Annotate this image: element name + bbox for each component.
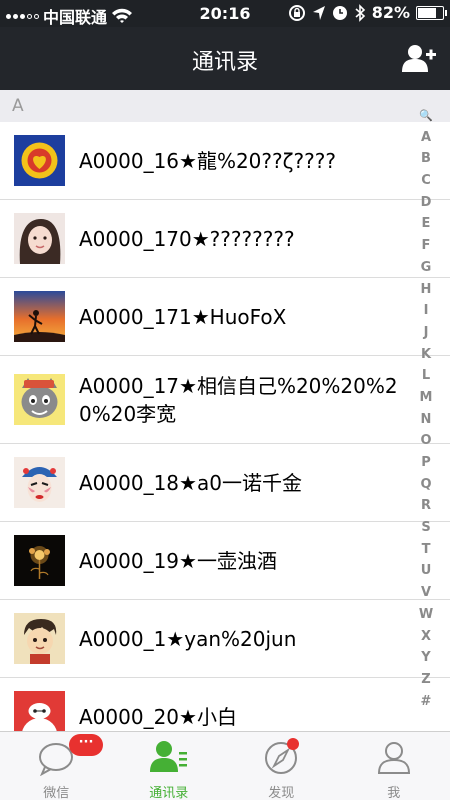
tab-bar: ··· 微信 通讯录 发现 我 bbox=[0, 731, 450, 800]
index-letter[interactable]: X bbox=[421, 626, 431, 648]
index-letter[interactable]: C bbox=[421, 170, 431, 192]
location-arrow-icon bbox=[312, 5, 326, 21]
contact-name: A0000_1★yan%20jun bbox=[79, 625, 402, 653]
opera-mask-avatar bbox=[14, 457, 65, 508]
alphabet-index[interactable]: 🔍ABCDEFGHIJKLMNOPQRSTUVWXYZ# bbox=[414, 105, 438, 712]
index-letter[interactable]: Z bbox=[421, 669, 430, 691]
contact-row[interactable]: A0000_171★HuoFoX bbox=[0, 278, 450, 356]
index-letter[interactable]: V bbox=[421, 582, 431, 604]
cartoon-wolf-avatar bbox=[14, 374, 65, 425]
tab-label: 我 bbox=[338, 782, 450, 801]
unread-badge: ··· bbox=[69, 734, 103, 756]
tab-me[interactable]: 我 bbox=[338, 732, 450, 800]
index-letter[interactable]: G bbox=[421, 257, 432, 279]
index-letter[interactable]: T bbox=[422, 539, 431, 561]
girl-photo-avatar bbox=[14, 213, 65, 264]
index-letter[interactable]: P bbox=[421, 452, 431, 474]
contact-row[interactable]: A0000_18★a0一诺千金 bbox=[0, 444, 450, 522]
tab-label: 微信 bbox=[0, 782, 113, 801]
index-letter[interactable]: U bbox=[421, 560, 432, 582]
add-contact-icon[interactable] bbox=[402, 43, 436, 73]
notification-dot bbox=[287, 738, 299, 750]
index-letter[interactable]: W bbox=[419, 604, 433, 626]
page-title: 通讯录 bbox=[0, 44, 450, 76]
contact-name: A0000_17★相信自己%20%20%20%20李宽 bbox=[79, 372, 402, 428]
index-letter[interactable]: I bbox=[424, 300, 429, 322]
index-letter[interactable]: R bbox=[421, 495, 431, 517]
tab-label: 发现 bbox=[225, 782, 338, 801]
navigation-bar: 通讯录 bbox=[0, 27, 450, 90]
index-letter[interactable]: N bbox=[421, 409, 432, 431]
index-letter[interactable]: M bbox=[420, 387, 433, 409]
index-letter[interactable]: H bbox=[421, 279, 432, 301]
index-letter[interactable]: Q bbox=[420, 474, 431, 496]
index-letter[interactable]: F bbox=[422, 235, 431, 257]
contact-name: A0000_171★HuoFoX bbox=[79, 303, 402, 331]
logo-avatar bbox=[14, 135, 65, 186]
tab-chats[interactable]: ··· 微信 bbox=[0, 732, 113, 800]
index-letter[interactable]: B bbox=[421, 148, 431, 170]
tab-label: 通讯录 bbox=[113, 782, 226, 801]
tab-discover[interactable]: 发现 bbox=[225, 732, 338, 800]
index-letter[interactable]: S bbox=[421, 517, 430, 539]
contact-list: A0000_16★龍%20??ζ???? A0000_170★???????? bbox=[0, 122, 450, 756]
index-letter[interactable]: D bbox=[421, 192, 432, 214]
index-letter[interactable]: O bbox=[420, 430, 431, 452]
index-search-icon[interactable]: 🔍 bbox=[419, 105, 433, 127]
contact-name: A0000_20★小白 bbox=[79, 703, 402, 731]
contact-row[interactable]: A0000_170★???????? bbox=[0, 200, 450, 278]
contact-name: A0000_19★一壶浊酒 bbox=[79, 547, 402, 575]
golden-flower-avatar bbox=[14, 535, 65, 586]
status-bar: 中国联通 20:16 82% bbox=[0, 0, 450, 27]
battery-icon bbox=[416, 6, 444, 20]
contact-row[interactable]: A0000_1★yan%20jun bbox=[0, 600, 450, 678]
index-letter[interactable]: E bbox=[422, 213, 431, 235]
battery-percent: 82% bbox=[372, 3, 410, 22]
index-letter[interactable]: Y bbox=[421, 647, 430, 669]
index-letter[interactable]: A bbox=[421, 127, 431, 149]
index-letter[interactable]: J bbox=[424, 322, 429, 344]
contacts-icon bbox=[149, 738, 189, 776]
contact-name: A0000_16★龍%20??ζ???? bbox=[79, 147, 402, 175]
person-icon bbox=[374, 738, 414, 776]
cartoon-boy-avatar bbox=[14, 613, 65, 664]
status-icons: 82% bbox=[288, 3, 444, 22]
tab-contacts[interactable]: 通讯录 bbox=[113, 732, 226, 800]
contact-name: A0000_18★a0一诺千金 bbox=[79, 469, 402, 497]
battery-fill bbox=[418, 8, 436, 18]
rotation-lock-icon bbox=[288, 4, 306, 22]
index-letter[interactable]: K bbox=[421, 344, 431, 366]
index-letter[interactable]: # bbox=[421, 691, 432, 713]
alarm-icon bbox=[332, 5, 348, 21]
contact-row[interactable]: A0000_17★相信自己%20%20%20%20李宽 bbox=[0, 356, 450, 444]
index-letter[interactable]: L bbox=[422, 365, 430, 387]
bluetooth-icon bbox=[354, 4, 366, 22]
contact-name: A0000_170★???????? bbox=[79, 225, 402, 253]
sunset-silhouette-avatar bbox=[14, 291, 65, 342]
section-header-a: A bbox=[0, 90, 450, 122]
contact-row[interactable]: A0000_19★一壶浊酒 bbox=[0, 522, 450, 600]
contact-row[interactable]: A0000_16★龍%20??ζ???? bbox=[0, 122, 450, 200]
